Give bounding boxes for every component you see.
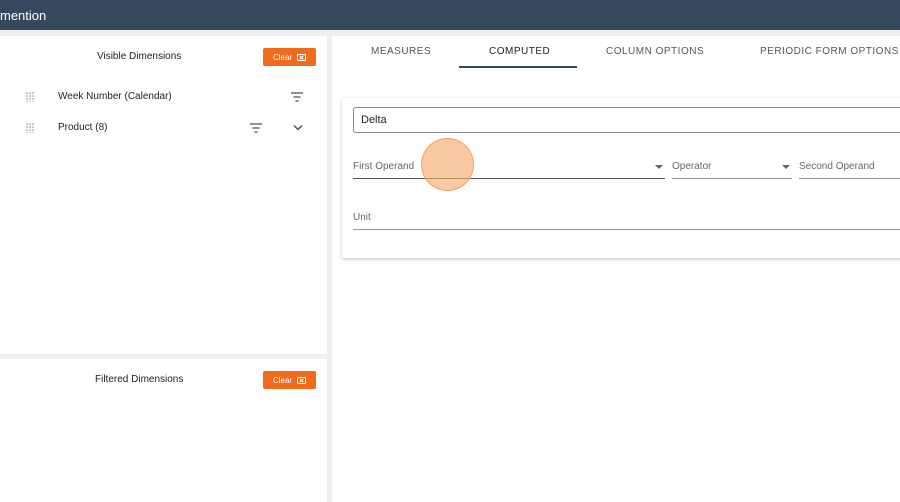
drag-handle-icon[interactable] — [26, 123, 34, 133]
dropdown-caret-icon — [782, 165, 790, 169]
dimension-label: Week Number (Calendar) — [58, 91, 172, 102]
first-operand-select[interactable]: First Operand — [353, 157, 665, 179]
dimension-row-week-number[interactable]: Week Number (Calendar) — [0, 87, 327, 107]
second-operand-label: Second Operand — [799, 161, 875, 172]
tab-computed[interactable]: COMPUTED — [489, 46, 550, 57]
clear-x-icon — [297, 376, 307, 384]
operator-label: Operator — [672, 161, 712, 172]
unit-field[interactable]: Unit — [353, 208, 900, 230]
computed-name-input[interactable] — [353, 107, 900, 133]
filter-icon[interactable] — [250, 123, 262, 133]
drag-handle-icon[interactable] — [26, 92, 34, 102]
clear-button-label: Clear — [272, 52, 293, 62]
chevron-down-icon[interactable] — [293, 124, 303, 132]
filtered-dimensions-clear-button[interactable]: Clear — [263, 371, 316, 389]
operator-select[interactable]: Operator — [672, 157, 792, 179]
clear-button-label: Clear — [272, 375, 293, 385]
dimension-label: Product (8) — [58, 122, 108, 133]
visible-dimensions-clear-button[interactable]: Clear — [263, 48, 316, 66]
computed-measure-card: First Operand Operator Second Operand Un… — [342, 98, 900, 258]
unit-label: Unit — [353, 212, 371, 223]
visible-dimensions-title: Visible Dimensions — [97, 51, 182, 62]
filtered-dimensions-title: Filtered Dimensions — [95, 374, 184, 385]
app-header: mention — [0, 0, 900, 30]
app-title: mention — [0, 8, 47, 23]
dimension-row-product[interactable]: Product (8) — [0, 118, 327, 138]
tab-column-options[interactable]: COLUMN OPTIONS — [606, 46, 704, 57]
main-panel: MEASURES COMPUTED COLUMN OPTIONS PERIODI… — [332, 36, 900, 502]
second-operand-select[interactable]: Second Operand — [799, 157, 900, 179]
filtered-dimensions-panel: Filtered Dimensions Clear — [0, 359, 327, 502]
clear-x-icon — [297, 53, 307, 61]
tab-measures[interactable]: MEASURES — [371, 46, 431, 57]
filter-icon[interactable] — [291, 92, 303, 102]
dropdown-caret-icon — [655, 165, 663, 169]
active-tab-indicator — [459, 66, 577, 68]
tab-periodic-form-options[interactable]: PERIODIC FORM OPTIONS — [760, 46, 899, 57]
visible-dimensions-panel: Visible Dimensions Clear Week Number (Ca… — [0, 36, 327, 354]
first-operand-label: First Operand — [353, 161, 415, 172]
